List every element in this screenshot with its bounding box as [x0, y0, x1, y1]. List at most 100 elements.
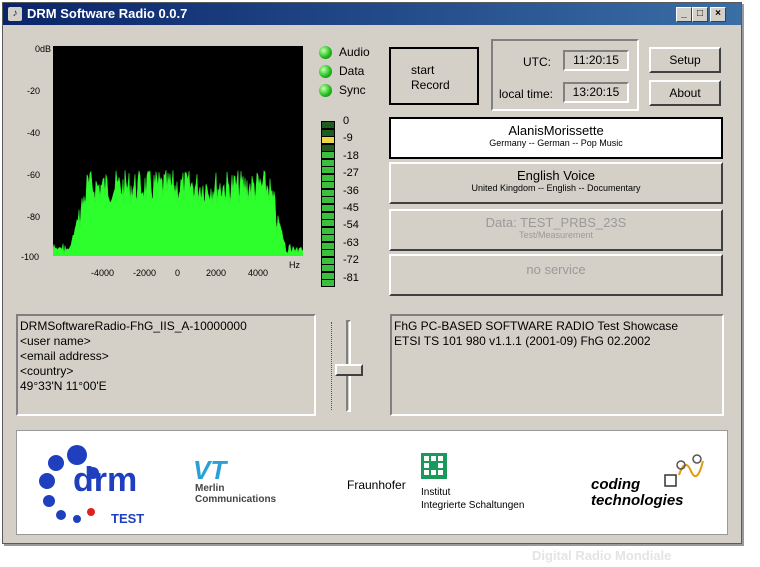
x-tick-label: 2000: [206, 268, 227, 278]
service-name: Data: TEST_PRBS_23S: [485, 215, 627, 230]
level-meter-tick-label: -81: [343, 271, 359, 284]
y-tick-label: 0dB: [35, 44, 52, 54]
text-message-panel: FhG PC-BASED SOFTWARE RADIO Test Showcas…: [390, 314, 724, 416]
y-tick-label: -40: [27, 128, 41, 138]
spectrum-plot: [53, 46, 303, 256]
coding-technologies-logo-mark: [664, 454, 704, 487]
utc-time-value: 11:20:15: [563, 50, 629, 71]
text-message-line: ETSI TS 101 980 v1.1.1 (2001-09) FhG 02.…: [394, 334, 651, 348]
drm-test-label: TEST: [111, 511, 145, 526]
level-meter-segment: [322, 152, 334, 159]
audio-status-label: Audio: [339, 45, 370, 59]
maximize-button[interactable]: □: [692, 7, 708, 22]
y-tick-label: -20: [27, 86, 41, 96]
vt-logo-line: Communications: [195, 494, 277, 505]
station-info-panel: DRMSoftwareRadio-FhG_IIS_A-10000000 <use…: [16, 314, 316, 416]
level-meter-segment: [322, 257, 334, 264]
record-button-line1: start: [411, 63, 435, 77]
level-meter-segment: [322, 250, 334, 257]
level-meter-segment: [322, 205, 334, 211]
y-tick-label: -80: [27, 212, 41, 222]
level-meter-segment: [322, 129, 334, 136]
coordinates: 49°33'N 11°00'E: [20, 379, 107, 393]
service-detail: United Kingdom -- English -- Documentary: [471, 183, 641, 193]
level-meter-segment: [322, 235, 334, 242]
app-icon: ♪: [8, 7, 22, 21]
level-meter-segment: [322, 197, 334, 204]
level-meter-segment: [322, 220, 334, 227]
level-meter-tick-label: -63: [343, 236, 359, 249]
local-time-label: local time:: [499, 87, 554, 101]
level-meter: [321, 121, 335, 287]
fraunhofer-logo-line: Institut: [421, 487, 451, 498]
level-meter-tick-label: -9: [343, 132, 353, 145]
x-tick-label: -4000: [91, 268, 115, 278]
station-label: DRMSoftwareRadio-FhG_IIS_A-10000000: [20, 319, 247, 333]
service-name: English Voice: [516, 168, 596, 183]
y-tick-label: -100: [21, 252, 40, 262]
level-meter-segment: [322, 174, 334, 181]
text-message: FhG PC-BASED SOFTWARE RADIO Test Showcas…: [394, 319, 678, 349]
level-meter-segment: [322, 182, 334, 189]
volume-slider-thumb[interactable]: [335, 364, 363, 376]
sync-status-label: Sync: [339, 83, 366, 97]
data-status-label: Data: [339, 64, 365, 78]
x-tick-label: -2000: [133, 268, 157, 278]
x-tick-label: 4000: [248, 268, 269, 278]
fraunhofer-logo-text: Fraunhofer: [347, 478, 406, 492]
email-address: <email address>: [20, 349, 109, 363]
vt-logo: VT: [193, 455, 227, 485]
level-meter-tick-label: 0: [343, 115, 350, 127]
level-meter-segment: [322, 159, 334, 166]
level-meter-segment: [322, 227, 334, 234]
app-window: ♪ DRM Software Radio 0.0.7 _ □ × 0dB -20…: [2, 2, 742, 544]
sync-status-led: [319, 84, 332, 97]
volume-slider[interactable]: [329, 316, 369, 414]
level-meter-tick-label: -72: [343, 254, 359, 267]
vt-logo-line: Merlin: [195, 483, 225, 494]
level-meter-segment: [322, 167, 334, 174]
drm-logo-text: drm: [73, 461, 138, 499]
service-button-2[interactable]: English Voice United Kingdom -- English …: [389, 162, 723, 204]
country: <country>: [20, 364, 74, 378]
level-meter-segment: [322, 265, 334, 272]
audio-status-led: [319, 46, 332, 59]
level-meter-segment: [322, 280, 334, 287]
volume-tick-marks: [331, 322, 336, 410]
title-bar[interactable]: ♪ DRM Software Radio 0.0.7 _ □ ×: [3, 3, 741, 25]
fraunhofer-logo-mark: [421, 453, 447, 479]
record-button-line2: Record: [411, 78, 450, 92]
level-meter-tick-label: -45: [343, 202, 359, 214]
about-button[interactable]: About: [649, 80, 721, 106]
level-meter-segment: [322, 272, 334, 279]
level-meter-segment: [322, 137, 334, 144]
text-message-line: FhG PC-BASED SOFTWARE RADIO Test Showcas…: [394, 319, 679, 333]
minimize-button[interactable]: _: [676, 7, 692, 22]
setup-button[interactable]: Setup: [649, 47, 721, 73]
fraunhofer-logo-subtitle: Institut Integrierte Schaltungen: [421, 486, 524, 512]
service-detail: Germany -- German -- Pop Music: [489, 138, 623, 148]
data-status-led: [319, 65, 332, 78]
utc-label: UTC:: [523, 55, 551, 69]
y-tick-label: -60: [27, 170, 41, 180]
service-name: AlanisMorissette: [508, 123, 604, 138]
service-button-3[interactable]: Data: TEST_PRBS_23S Test/Measurement: [389, 209, 723, 251]
service-detail: Test/Measurement: [518, 230, 594, 240]
level-meter-segment: [322, 242, 334, 249]
fraunhofer-logo-line: Integrierte Schaltungen: [421, 500, 525, 511]
clock-panel: UTC: 11:20:15 local time: 13:20:15: [491, 39, 639, 111]
close-button[interactable]: ×: [710, 7, 726, 22]
level-meter-segment: [322, 144, 334, 151]
local-time-value: 13:20:15: [563, 82, 629, 103]
level-meter-tick-label: -54: [343, 219, 359, 232]
station-info-text: DRMSoftwareRadio-FhG_IIS_A-10000000 <use…: [20, 319, 247, 394]
watermark: Digital Radio Mondiale: [532, 548, 672, 563]
start-record-button[interactable]: start Record: [389, 47, 479, 105]
service-button-4[interactable]: no service: [389, 254, 723, 296]
level-meter-segment: [322, 122, 334, 128]
level-meter-segment: [322, 189, 334, 196]
level-meter-segment: [322, 212, 334, 219]
x-tick-label: 0: [175, 268, 181, 278]
service-button-1[interactable]: AlanisMorissette Germany -- German -- Po…: [389, 117, 723, 159]
service-name: no service: [526, 262, 586, 277]
